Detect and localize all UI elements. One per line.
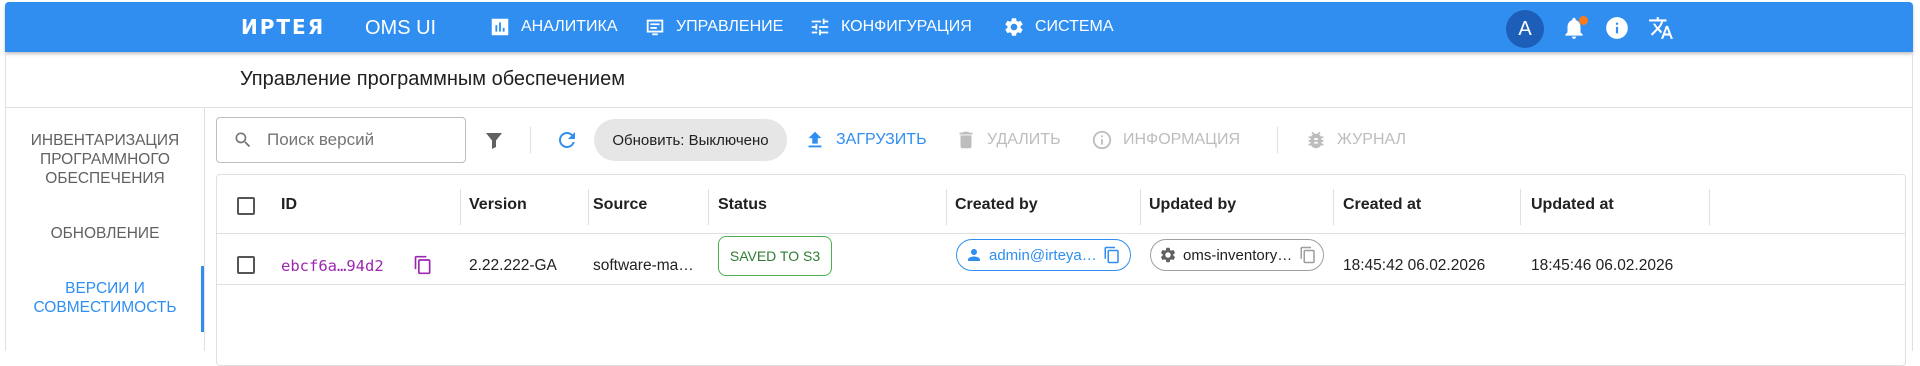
analytics-icon <box>491 18 509 36</box>
nav-management-label: Управление <box>676 18 784 35</box>
source-value: software-ma… <box>593 257 694 274</box>
select-all-checkbox[interactable] <box>237 197 255 215</box>
nav-configuration[interactable]: Конфигурация <box>809 14 972 40</box>
translate-icon <box>1649 17 1673 39</box>
status-badge: SAVED TO S3 <box>718 236 832 276</box>
filter-icon <box>486 133 502 149</box>
toolbar-divider-2 <box>1277 127 1278 153</box>
created-at-value: 18:45:42 06.02.2026 <box>1343 257 1486 274</box>
version-id: ebcf6a…94d2 <box>281 257 384 275</box>
search-icon <box>235 132 251 148</box>
app-bar: ИРТЕЯ OMS UI Аналитика Управление Конфиг… <box>5 2 1913 52</box>
notification-badge <box>1579 16 1588 25</box>
column-separator[interactable] <box>1709 189 1710 225</box>
copy-id-button[interactable] <box>413 255 433 280</box>
info-button[interactable] <box>1604 15 1630 41</box>
auto-refresh-chip[interactable]: Обновить: Выключено <box>594 119 787 161</box>
page-title: Управление программным обеспечением <box>240 68 625 90</box>
search-input[interactable] <box>265 129 459 151</box>
product-name: OMS UI <box>365 17 437 39</box>
log-button[interactable]: Журнал <box>1305 129 1406 151</box>
column-header-status[interactable]: Status <box>718 196 767 214</box>
language-button[interactable] <box>1648 15 1674 41</box>
column-separator[interactable] <box>460 189 461 225</box>
copy-icon[interactable] <box>1299 246 1317 264</box>
sidebar-item-update[interactable]: Обновление <box>15 224 195 243</box>
column-separator[interactable] <box>1520 189 1521 225</box>
upload-icon <box>808 131 822 148</box>
left-border <box>5 52 6 351</box>
bug-icon <box>1308 131 1324 149</box>
nav-analytics-label: Аналитика <box>521 18 618 35</box>
versions-table: ID Version Source Status Created by Upda… <box>216 174 1906 366</box>
row-checkbox[interactable] <box>237 256 255 274</box>
column-header-created-at[interactable]: Created at <box>1343 196 1421 214</box>
search-field[interactable] <box>216 117 466 163</box>
column-separator[interactable] <box>946 189 947 225</box>
sidebar-divider <box>204 107 205 351</box>
dashboard-icon <box>646 19 664 36</box>
nav-configuration-label: Конфигурация <box>841 18 972 35</box>
column-header-updated-at[interactable]: Updated at <box>1531 196 1614 214</box>
created-by-chip[interactable]: admin@irteya… <box>956 239 1131 271</box>
person-icon <box>968 249 980 261</box>
info-label: Информация <box>1123 131 1241 148</box>
column-header-updated-by[interactable]: Updated by <box>1149 196 1236 214</box>
tune-icon <box>811 18 829 36</box>
log-label: Журнал <box>1337 131 1407 148</box>
column-separator[interactable] <box>588 189 589 225</box>
updated-at-value: 18:45:46 06.02.2026 <box>1531 257 1674 274</box>
avatar[interactable]: A <box>1506 10 1544 48</box>
right-border <box>1912 52 1913 351</box>
delete-button[interactable]: Удалить <box>955 129 1061 151</box>
title-divider <box>5 107 1913 108</box>
updated-by-value: oms-inventory… <box>1183 246 1293 264</box>
refresh-button[interactable] <box>555 128 579 152</box>
refresh-icon <box>559 132 575 148</box>
trash-icon <box>959 131 973 149</box>
sidebar-item-inventory[interactable]: Инвентаризация программного обеспечения <box>15 131 195 188</box>
info-icon <box>1606 17 1628 39</box>
created-by-value: admin@irteya… <box>989 246 1097 264</box>
info-outline-icon <box>1092 130 1112 150</box>
upload-button[interactable]: Загрузить <box>804 129 927 151</box>
upload-label: Загрузить <box>836 131 927 148</box>
column-separator[interactable] <box>1140 189 1141 225</box>
column-header-version[interactable]: Version <box>469 196 527 214</box>
brand-logo[interactable]: ИРТЕЯ <box>241 15 325 39</box>
row-divider <box>217 284 1905 285</box>
info-toolbar-button[interactable]: Информация <box>1091 129 1240 151</box>
column-header-id[interactable]: ID <box>281 196 297 214</box>
gear-icon <box>1005 18 1023 36</box>
nav-analytics[interactable]: Аналитика <box>489 14 618 40</box>
table-row[interactable]: ebcf6a…94d2 2.22.222-GA software-ma… SAV… <box>217 234 1905 284</box>
updated-by-chip[interactable]: oms-inventory… <box>1150 239 1324 271</box>
version-value: 2.22.222-GA <box>469 257 557 274</box>
column-header-created-by[interactable]: Created by <box>955 196 1038 214</box>
column-header-source[interactable]: Source <box>593 196 647 214</box>
column-separator[interactable] <box>708 189 709 225</box>
filter-button[interactable] <box>482 128 506 152</box>
toolbar-divider <box>530 127 531 153</box>
delete-label: Удалить <box>987 131 1061 148</box>
gear-icon <box>1160 247 1176 263</box>
copy-icon[interactable] <box>1103 246 1121 264</box>
copy-icon <box>414 255 431 275</box>
nav-system[interactable]: Система <box>1003 14 1114 40</box>
column-separator[interactable] <box>1333 189 1334 225</box>
nav-system-label: Система <box>1035 18 1114 35</box>
sidebar-item-versions[interactable]: Версии и совместимость <box>15 279 195 317</box>
nav-management[interactable]: Управление <box>644 14 783 40</box>
